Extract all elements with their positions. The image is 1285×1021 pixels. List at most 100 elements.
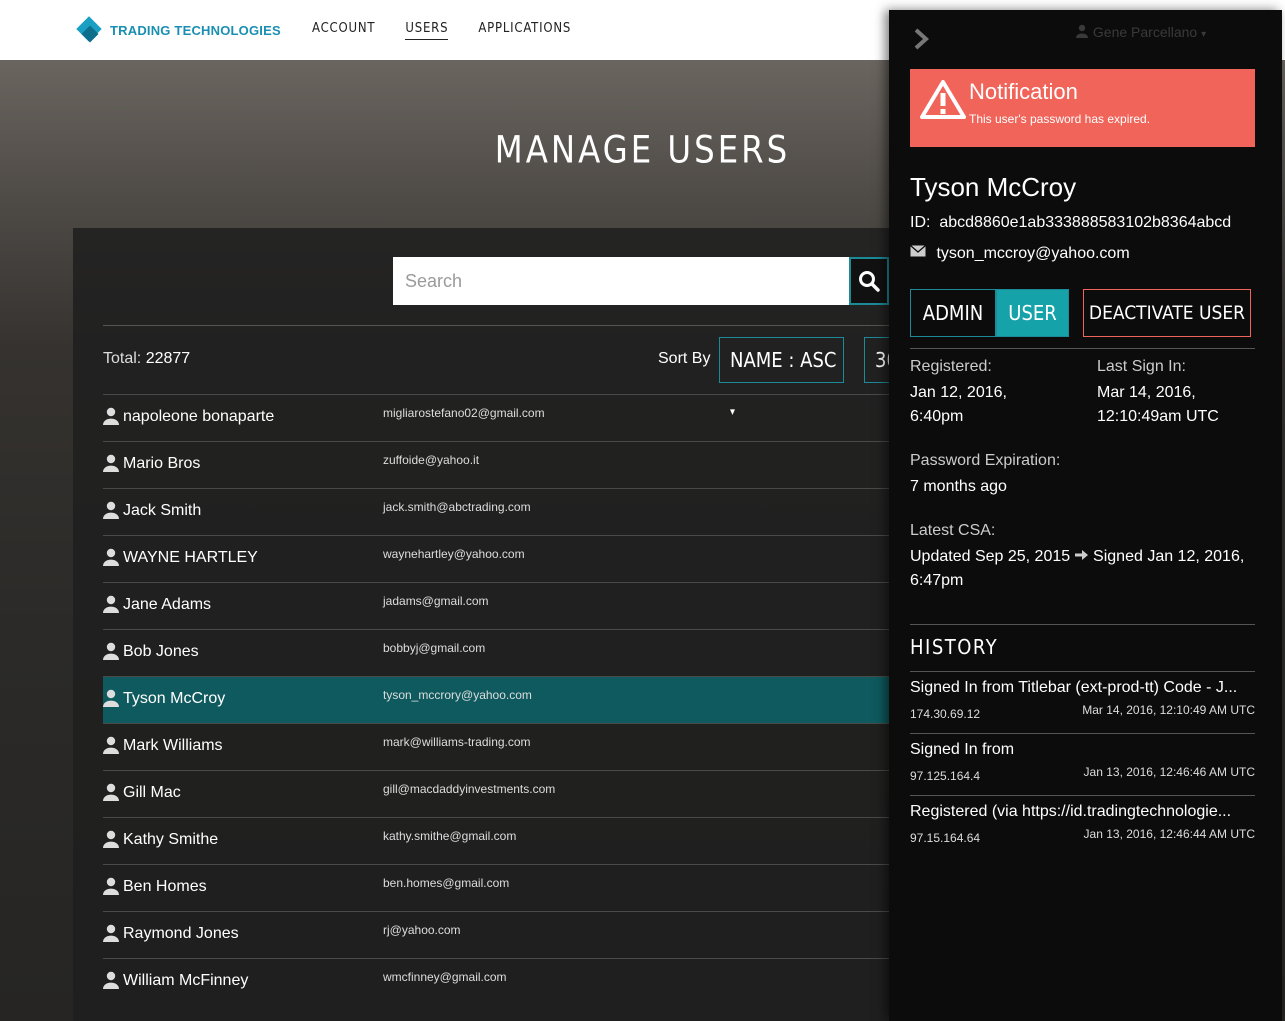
user-row-name: Kathy Smithe xyxy=(123,831,219,848)
history-title: HISTORY xyxy=(910,635,999,659)
password-expiration-value: 7 months ago xyxy=(910,478,1007,495)
history-ip: 97.15.164.64 xyxy=(910,831,981,845)
user-icon xyxy=(103,783,119,801)
user-row-name: Ben Homes xyxy=(123,878,207,895)
csa-label: Latest CSA: xyxy=(910,522,996,539)
divider xyxy=(910,795,1255,796)
sort-dropdown[interactable]: NAME : ASC ▾ xyxy=(719,337,844,418)
user-icon xyxy=(103,736,119,754)
history-item: Registered (via https://id.tradingtechno… xyxy=(910,803,1255,859)
user-row[interactable]: Jane Adams jadams@gmail.com xyxy=(103,582,889,629)
user-row-name: WAYNE HARTLEY xyxy=(123,549,258,566)
role-user-button[interactable]: USER xyxy=(996,289,1069,337)
user-icon xyxy=(103,971,119,989)
history-event: Signed In from xyxy=(910,741,1015,758)
notification-title: Notification xyxy=(969,79,1078,104)
user-row[interactable]: Jack Smith jack.smith@abctrading.com xyxy=(103,488,889,535)
user-row-email: jadams@gmail.com xyxy=(383,594,489,608)
search-input[interactable] xyxy=(393,257,849,305)
divider xyxy=(910,348,1255,349)
user-row[interactable]: Tyson McCroy tyson_mccrory@yahoo.com xyxy=(103,676,889,723)
history-event: Registered (via https://id.tradingtechno… xyxy=(910,803,1232,820)
user-id: ID: abcd8860e1ab333888583102b8364abcd xyxy=(910,214,1232,231)
user-email: tyson_mccroy@yahoo.com xyxy=(910,245,1130,263)
last-signin-time: 12:10:49am UTC xyxy=(1097,408,1219,425)
user-row[interactable]: Mark Williams mark@williams-trading.com xyxy=(103,723,889,770)
user-icon xyxy=(103,830,119,848)
history-event: Signed In from Titlebar (ext-prod-tt) Co… xyxy=(910,679,1238,696)
history-item: Signed In from 97.125.164.4 Jan 13, 2016… xyxy=(910,741,1255,797)
account-menu[interactable]: Gene Parcellano ▾ xyxy=(1075,24,1206,40)
brand-name: TRADING TECHNOLOGIES xyxy=(110,22,281,38)
user-row-email: kathy.smithe@gmail.com xyxy=(383,829,517,843)
history-ip: 174.30.69.12 xyxy=(910,707,981,721)
search-button[interactable] xyxy=(849,257,889,305)
user-row[interactable]: Bob Jones bobbyj@gmail.com xyxy=(103,629,889,676)
user-icon xyxy=(103,642,119,660)
chevron-right-icon[interactable] xyxy=(913,28,929,56)
main-nav: ACCOUNT USERS APPLICATIONS xyxy=(312,0,601,60)
history-ip: 97.125.164.4 xyxy=(910,769,981,783)
role-admin-button[interactable]: ADMIN xyxy=(910,289,996,337)
user-row-name: Mark Williams xyxy=(123,737,223,754)
divider xyxy=(910,733,1255,734)
last-signin-label: Last Sign In: xyxy=(1097,358,1186,375)
search-icon xyxy=(859,271,880,292)
user-row[interactable]: WAYNE HARTLEY waynehartley@yahoo.com xyxy=(103,535,889,582)
divider xyxy=(910,624,1255,625)
arrow-right-icon xyxy=(1074,550,1088,560)
user-row-email: tyson_mccrory@yahoo.com xyxy=(383,688,532,702)
user-row-email: wmcfinney@gmail.com xyxy=(383,970,507,984)
user-row-email: waynehartley@yahoo.com xyxy=(383,547,525,561)
caret-down-icon: ▾ xyxy=(1201,29,1207,40)
deactivate-user-button[interactable]: DEACTIVATE USER xyxy=(1083,289,1251,337)
user-icon xyxy=(103,454,119,472)
sort-by-label: Sort By xyxy=(658,350,711,367)
nav-users[interactable]: USERS xyxy=(405,0,449,60)
last-signin-date: Mar 14, 2016, xyxy=(1097,384,1196,401)
history-time: Jan 13, 2016, 12:46:44 AM UTC xyxy=(1083,827,1255,841)
notification-banner: Notification This user's password has ex… xyxy=(910,69,1255,147)
user-icon xyxy=(103,501,119,519)
user-row-name: napoleone bonaparte xyxy=(123,408,275,425)
user-row-email: rj@yahoo.com xyxy=(383,923,461,937)
user-row-email: ben.homes@gmail.com xyxy=(383,876,510,890)
user-icon xyxy=(103,877,119,895)
user-list: napoleone bonaparte migliarostefano02@gma… xyxy=(103,394,889,1005)
logo-mark-icon xyxy=(76,16,104,44)
password-expiration-label: Password Expiration: xyxy=(910,452,1061,469)
user-icon xyxy=(103,595,119,613)
user-icon xyxy=(1076,24,1088,38)
user-row[interactable]: napoleone bonaparte migliarostefano02@gma… xyxy=(103,394,889,441)
csa-time: 6:47pm xyxy=(910,572,964,589)
notification-message: This user's password has expired. xyxy=(969,112,1151,126)
user-detail-panel: Gene Parcellano ▾ Notification This user… xyxy=(889,10,1282,1021)
user-row[interactable]: Mario Bros zuffoide@yahoo.it xyxy=(103,441,889,488)
user-row-name: Jack Smith xyxy=(123,502,202,519)
brand-logo[interactable]: TRADING TECHNOLOGIES xyxy=(76,16,281,44)
user-row-name: William McFinney xyxy=(123,972,249,989)
total-count: Total: 22877 xyxy=(103,350,191,367)
user-icon xyxy=(103,689,119,707)
user-row[interactable]: William McFinney wmcfinney@gmail.com xyxy=(103,958,889,1005)
search-bar xyxy=(393,257,889,305)
registered-time: 6:40pm xyxy=(910,408,964,425)
user-name: Tyson McCroy xyxy=(910,172,1077,202)
user-row[interactable]: Kathy Smithe kathy.smithe@gmail.com xyxy=(103,817,889,864)
warning-icon xyxy=(920,80,966,119)
history-item: Signed In from Titlebar (ext-prod-tt) Co… xyxy=(910,679,1255,735)
nav-account[interactable]: ACCOUNT xyxy=(312,0,375,60)
user-icon xyxy=(103,924,119,942)
user-row[interactable]: Gill Mac gill@macdaddyinvestments.com xyxy=(103,770,889,817)
user-icon xyxy=(103,407,119,425)
history-time: Jan 13, 2016, 12:46:46 AM UTC xyxy=(1083,765,1255,779)
user-row[interactable]: Ben Homes ben.homes@gmail.com xyxy=(103,864,889,911)
registered-date: Jan 12, 2016, xyxy=(910,384,1007,401)
nav-applications[interactable]: APPLICATIONS xyxy=(478,0,571,60)
user-row[interactable]: Raymond Jones rj@yahoo.com xyxy=(103,911,889,958)
user-row-name: Raymond Jones xyxy=(123,925,239,942)
user-row-name: Jane Adams xyxy=(123,596,212,613)
user-row-email: bobbyj@gmail.com xyxy=(383,641,486,655)
user-row-email: gill@macdaddyinvestments.com xyxy=(383,782,556,796)
mail-icon xyxy=(910,245,926,257)
